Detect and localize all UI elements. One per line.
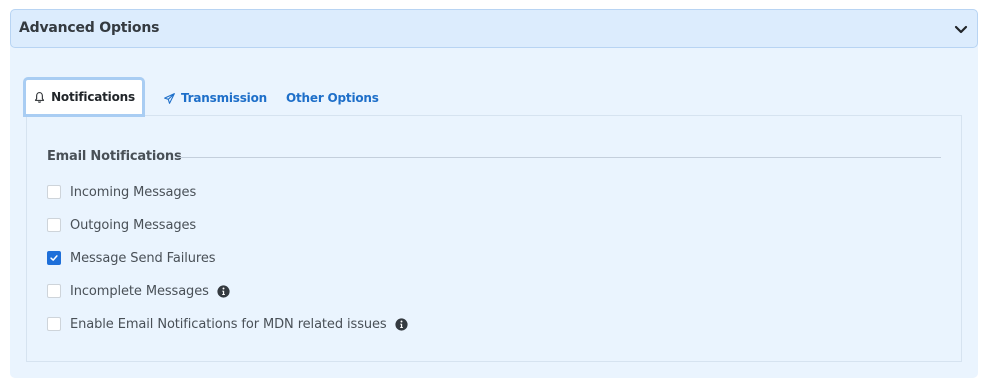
mdn-notifications-option[interactable]: Enable Email Notifications for MDN relat… [47, 315, 408, 333]
tab-notifications[interactable]: Notifications [23, 77, 145, 117]
incoming-messages-option[interactable]: Incoming Messages [47, 183, 196, 201]
tab-notifications-label: Notifications [51, 90, 135, 104]
message-send-failures-label: Message Send Failures [70, 250, 216, 266]
tab-other-options-label: Other Options [286, 91, 379, 105]
tab-other-options[interactable]: Other Options [286, 79, 379, 117]
bell-icon [34, 91, 45, 103]
outgoing-messages-label: Outgoing Messages [70, 217, 197, 233]
incomplete-messages-checkbox[interactable] [47, 284, 61, 298]
tab-transmission-label: Transmission [181, 91, 267, 105]
chevron-down-icon[interactable] [953, 21, 969, 37]
outgoing-messages-checkbox[interactable] [47, 218, 61, 232]
email-notifications-heading: Email Notifications [47, 149, 182, 164]
incomplete-messages-option[interactable]: Incomplete Messages [47, 282, 230, 300]
outgoing-messages-option[interactable]: Outgoing Messages [47, 216, 196, 234]
tab-transmission[interactable]: Transmission [163, 79, 267, 117]
section-divider [177, 157, 941, 158]
incoming-messages-checkbox[interactable] [47, 185, 61, 199]
notifications-tab-content: Email Notifications Incoming Messages Ou… [26, 115, 962, 362]
advanced-options-panel: Advanced Options Notifications Transmiss… [10, 9, 978, 378]
incomplete-messages-label: Incomplete Messages [70, 283, 209, 299]
checkmark-icon [50, 255, 58, 261]
mdn-notifications-checkbox[interactable] [47, 317, 61, 331]
info-icon[interactable] [217, 284, 230, 298]
message-send-failures-checkbox[interactable] [47, 251, 61, 265]
paper-plane-icon [164, 92, 175, 104]
panel-title: Advanced Options [19, 20, 160, 36]
mdn-notifications-label: Enable Email Notifications for MDN relat… [70, 316, 387, 332]
advanced-options-header[interactable]: Advanced Options [10, 9, 978, 48]
message-send-failures-option[interactable]: Message Send Failures [47, 249, 216, 267]
info-icon[interactable] [395, 317, 408, 331]
incoming-messages-label: Incoming Messages [70, 184, 197, 200]
